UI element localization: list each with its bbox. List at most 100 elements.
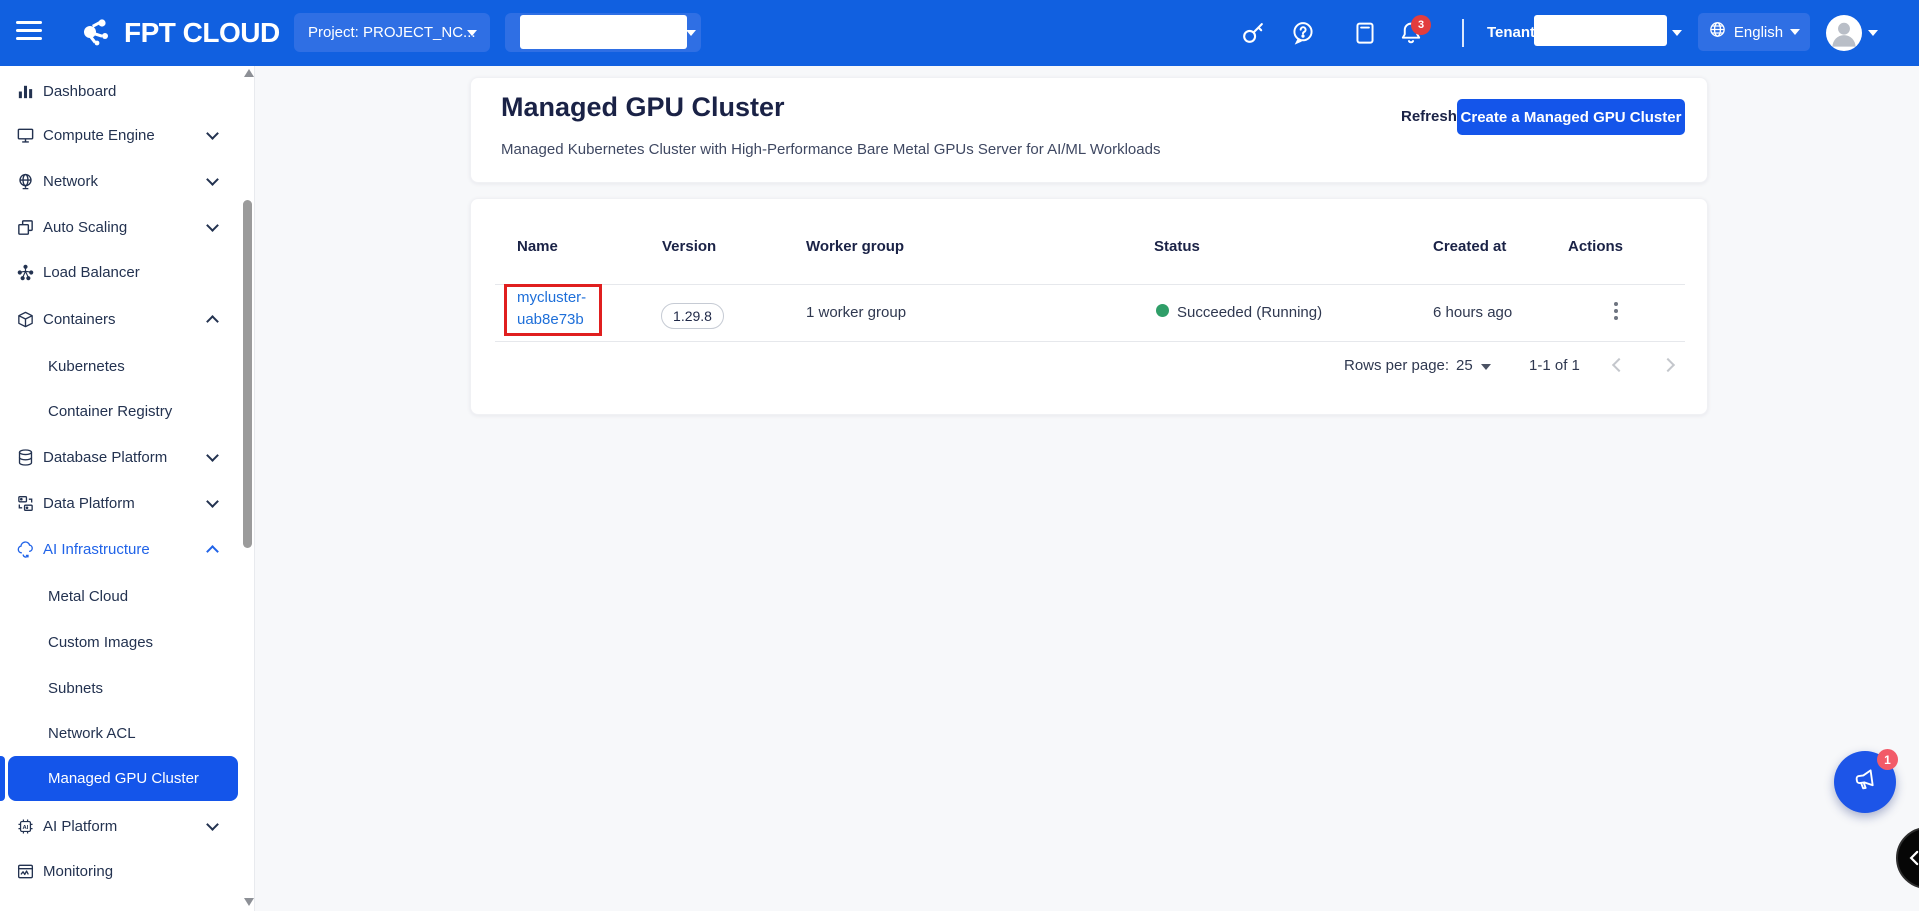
sidebar-item-subnets[interactable]: Subnets <box>0 672 255 704</box>
project-selector-label: Project: PROJECT_NC... <box>294 24 486 41</box>
monitoring-window-icon <box>15 861 35 881</box>
sidebar-item-partial[interactable] <box>0 902 255 911</box>
dashboard-icon <box>15 81 35 101</box>
table-divider <box>495 341 1685 342</box>
ai-chip-icon: AI <box>15 816 35 836</box>
sidebar-item-container-registry[interactable]: Container Registry <box>0 395 255 427</box>
sidebar-item-containers[interactable]: Containers <box>0 303 255 335</box>
help-chat-icon[interactable] <box>1288 18 1318 48</box>
notification-badge: 3 <box>1411 15 1431 35</box>
sidebar-item-kubernetes[interactable]: Kubernetes <box>0 350 255 382</box>
sidebar-item-label: Compute Engine <box>43 127 155 144</box>
sidebar-item-label: Subnets <box>48 680 103 697</box>
key-icon[interactable] <box>1238 18 1268 48</box>
global-search-dropdown[interactable] <box>505 13 701 52</box>
sidebar-item-label: Network <box>43 173 98 190</box>
topbar-divider <box>1462 19 1464 47</box>
pagination-next-icon[interactable] <box>1661 358 1675 372</box>
data-servers-icon <box>15 493 35 513</box>
scrollbar-up-arrow[interactable] <box>244 69 254 77</box>
column-header-worker-group: Worker group <box>806 238 904 255</box>
megaphone-icon <box>1850 765 1880 800</box>
language-label: English <box>1734 24 1783 41</box>
column-header-name: Name <box>517 238 558 255</box>
refresh-button[interactable]: Refresh <box>1401 103 1461 129</box>
cluster-table-card: Name Version Worker group Status Created… <box>470 198 1708 415</box>
hamburger-menu-icon[interactable] <box>16 21 44 45</box>
rows-per-page-caret-icon[interactable] <box>1481 364 1491 370</box>
cloud-sync-icon <box>15 539 35 559</box>
sidebar-item-label: Custom Images <box>48 634 153 651</box>
status-cell: Succeeded (Running) <box>1177 304 1322 321</box>
sidebar-item-label: Network ACL <box>48 725 136 742</box>
sidebar: Dashboard Compute Engine Network Auto Sc… <box>0 66 255 911</box>
chevron-down-icon <box>206 449 219 462</box>
sidebar-item-database-platform[interactable]: Database Platform <box>0 441 255 473</box>
fab-badge: 1 <box>1877 749 1898 770</box>
sidebar-item-managed-gpu-cluster-selected[interactable]: Managed GPU Cluster <box>8 756 238 801</box>
user-avatar[interactable] <box>1826 15 1862 51</box>
chevron-up-icon <box>206 545 219 558</box>
sidebar-item-label: Managed GPU Cluster <box>48 770 199 787</box>
global-search-input[interactable] <box>520 15 687 49</box>
sidebar-item-dashboard[interactable]: Dashboard <box>0 75 255 107</box>
tenant-label: Tenant: <box>1487 24 1540 41</box>
sidebar-item-compute-engine[interactable]: Compute Engine <box>0 119 255 151</box>
active-item-indicator <box>0 756 5 801</box>
layers-icon <box>15 217 35 237</box>
create-managed-gpu-cluster-button[interactable]: Create a Managed GPU Cluster <box>1457 99 1685 135</box>
chevron-down-icon <box>206 495 219 508</box>
version-chip: 1.29.8 <box>661 303 724 329</box>
page-header-card: Managed GPU Cluster Managed Kubernetes C… <box>470 77 1708 183</box>
monitor-icon <box>15 125 35 145</box>
sidebar-item-custom-images[interactable]: Custom Images <box>0 626 255 658</box>
sidebar-item-ai-platform[interactable]: AI AI Platform <box>0 810 255 842</box>
language-selector[interactable]: English <box>1698 13 1810 51</box>
sidebar-item-label: Metal Cloud <box>48 588 128 605</box>
chevron-down-icon <box>206 127 219 140</box>
column-header-status: Status <box>1154 238 1200 255</box>
sidebar-item-network-acl[interactable]: Network ACL <box>0 717 255 749</box>
row-actions-kebab-icon[interactable] <box>1605 297 1627 325</box>
page-subtitle: Managed Kubernetes Cluster with High-Per… <box>501 141 1160 158</box>
pagination-prev-icon[interactable] <box>1612 358 1626 372</box>
chevron-down-icon <box>206 219 219 232</box>
sidebar-item-label: Data Platform <box>43 495 135 512</box>
sidebar-item-data-platform[interactable]: Data Platform <box>0 487 255 519</box>
brand-logo-text: FPT CLOUD <box>124 17 280 49</box>
sidebar-item-auto-scaling[interactable]: Auto Scaling <box>0 211 255 243</box>
column-header-actions: Actions <box>1568 238 1623 255</box>
topbar: FPT CLOUD Project: PROJECT_NC... <box>0 0 1919 66</box>
chevron-down-icon <box>467 30 477 36</box>
chevron-down-icon[interactable] <box>1868 30 1878 36</box>
chevron-down-icon <box>206 173 219 186</box>
chevron-up-icon <box>206 315 219 328</box>
package-icon <box>15 309 35 329</box>
tenant-value-field[interactable] <box>1534 15 1667 46</box>
sidebar-item-network[interactable]: Network <box>0 165 255 197</box>
sidebar-scrollbar-thumb[interactable] <box>243 200 252 548</box>
sidebar-item-label: Kubernetes <box>48 358 125 375</box>
sidebar-item-metal-cloud[interactable]: Metal Cloud <box>0 580 255 612</box>
sidebar-item-ai-infrastructure[interactable]: AI Infrastructure <box>0 533 255 565</box>
scrollbar-down-arrow[interactable] <box>244 898 254 906</box>
sidebar-item-label: AI Infrastructure <box>43 541 150 558</box>
column-header-created-at: Created at <box>1433 238 1506 255</box>
sidebar-item-load-balancer[interactable]: Load Balancer <box>0 256 255 288</box>
page-title: Managed GPU Cluster <box>501 92 785 123</box>
database-icon <box>15 447 35 467</box>
main-content: Managed GPU Cluster Managed Kubernetes C… <box>256 66 1919 911</box>
fpt-molecule-icon <box>76 11 116 56</box>
chevron-down-icon[interactable] <box>1672 30 1682 36</box>
status-green-dot <box>1156 304 1169 317</box>
sidebar-item-label: Database Platform <box>43 449 167 466</box>
sidebar-item-label: Monitoring <box>43 863 113 880</box>
sidebar-item-label: Dashboard <box>43 83 116 100</box>
rows-per-page-select[interactable]: 25 <box>1456 357 1473 374</box>
docs-book-icon[interactable] <box>1350 18 1380 48</box>
project-selector-dropdown[interactable]: Project: PROJECT_NC... <box>294 13 490 52</box>
sidebar-item-monitoring[interactable]: Monitoring <box>0 855 255 887</box>
pagination-range-label: 1-1 of 1 <box>1529 357 1580 374</box>
sidebar-item-label: Containers <box>43 311 116 328</box>
sidebar-item-label: Container Registry <box>48 403 172 420</box>
